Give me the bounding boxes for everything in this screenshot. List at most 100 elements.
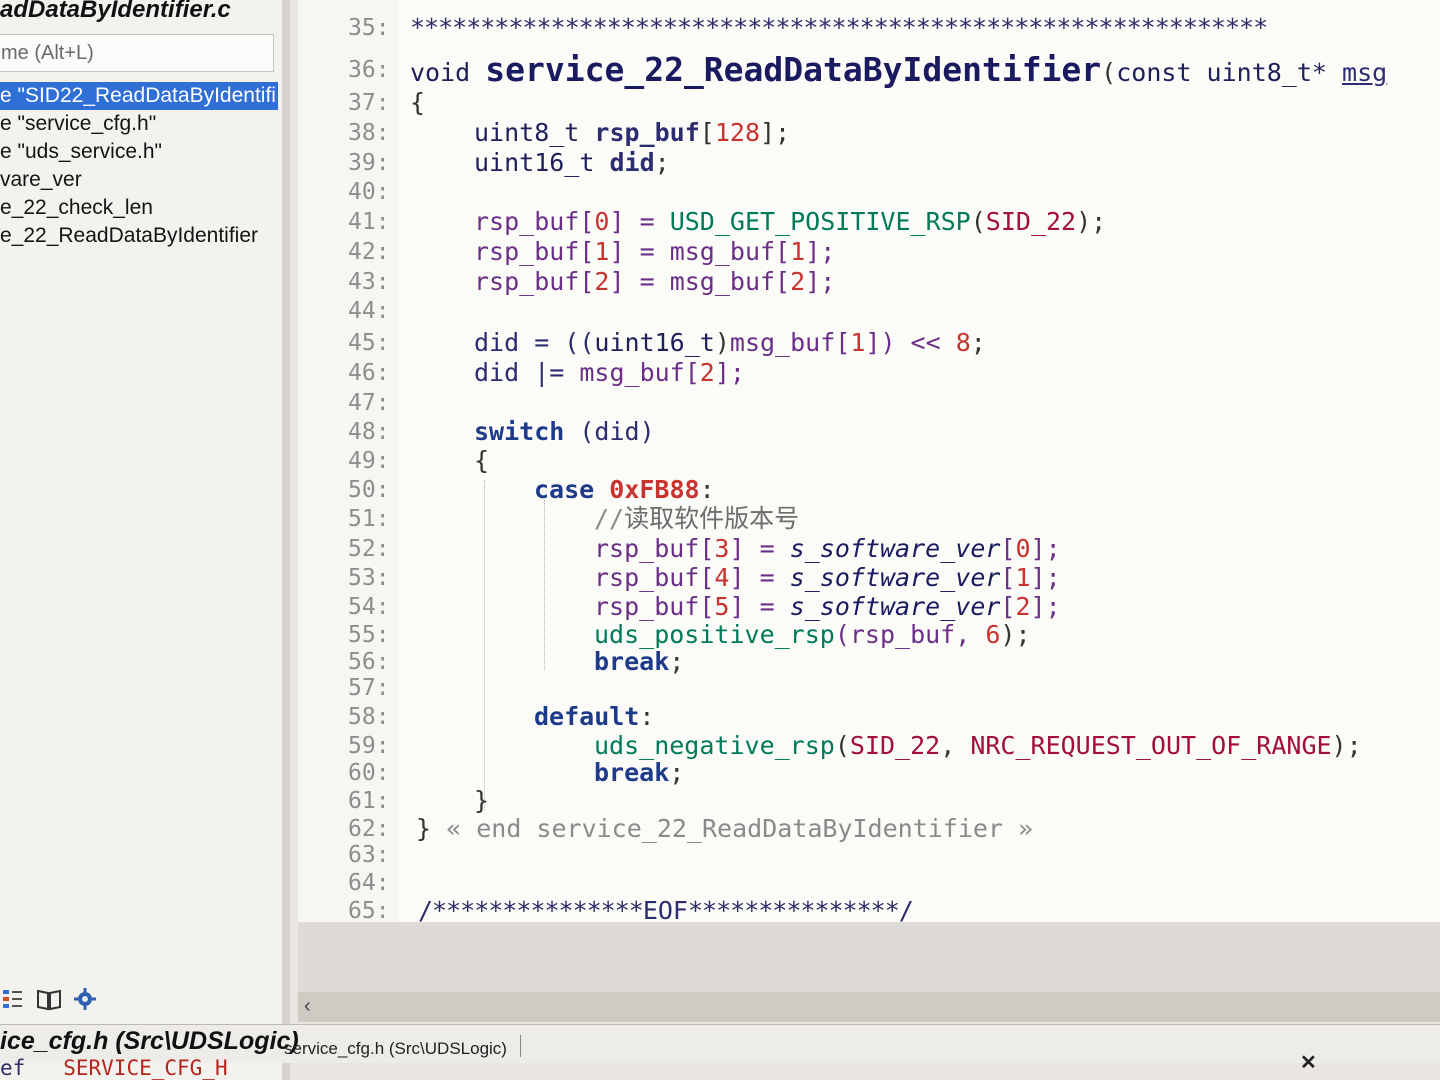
code-token: default bbox=[534, 702, 640, 731]
code-token: (rsp_buf, bbox=[834, 620, 986, 649]
list-icon[interactable] bbox=[0, 986, 26, 1012]
code-token: rsp_buf[ bbox=[474, 267, 595, 296]
symbol-item[interactable]: e "uds_service.h" bbox=[0, 138, 278, 166]
line-number: 65: bbox=[348, 898, 390, 922]
line-number: 48: bbox=[348, 419, 390, 445]
symbol-search-input[interactable] bbox=[0, 35, 273, 71]
code-token: SID_22 bbox=[849, 731, 941, 760]
code-token: ] = bbox=[729, 592, 790, 621]
book-icon[interactable] bbox=[36, 986, 62, 1012]
symbol-item[interactable]: e "SID22_ReadDataByIdentifi bbox=[0, 82, 278, 110]
code-token: 6 bbox=[985, 620, 1001, 649]
line-number: 47: bbox=[348, 390, 390, 416]
code-token: 2 bbox=[699, 358, 715, 387]
code-token: ] = bbox=[609, 237, 670, 266]
line-number: 55: bbox=[348, 622, 390, 648]
code-token: : bbox=[639, 702, 655, 731]
code-token: SID_22 bbox=[985, 207, 1077, 236]
code-token: ]; bbox=[1030, 534, 1061, 563]
line-number: 44: bbox=[348, 298, 390, 324]
code-token: : bbox=[699, 475, 715, 504]
code-token: uint8_t* bbox=[1206, 58, 1343, 87]
code-token: 2 bbox=[594, 267, 610, 296]
code-token: ]; bbox=[760, 118, 791, 147]
code-token: 2 bbox=[790, 267, 806, 296]
code-token: msg_buf[ bbox=[669, 237, 791, 266]
chevron-left-icon[interactable]: ‹ bbox=[304, 995, 311, 1018]
code-token: ); bbox=[1331, 731, 1362, 760]
line-number: 63: bbox=[348, 842, 390, 868]
code-token: ); bbox=[1000, 620, 1031, 649]
code-token: 4 bbox=[714, 563, 730, 592]
line-number: 38: bbox=[348, 120, 390, 146]
code-token: ; bbox=[669, 647, 685, 676]
code-token: 5 bbox=[714, 592, 730, 621]
code-token: s_software_ver bbox=[789, 534, 1001, 563]
code-token: [ bbox=[1000, 563, 1016, 592]
comment-token: // bbox=[594, 504, 625, 533]
code-token: ***************/ bbox=[687, 896, 914, 922]
code-text: ****************************************… bbox=[410, 13, 1268, 42]
code-token: 1 bbox=[790, 237, 806, 266]
code-token: NRC_REQUEST_OUT_OF_RANGE bbox=[970, 731, 1332, 760]
code-token: ; bbox=[970, 328, 986, 357]
code-token: uint16_t bbox=[474, 148, 610, 177]
code-token: break bbox=[594, 758, 670, 787]
comment-token: 读取软件版本号 bbox=[624, 504, 800, 533]
code-token: ); bbox=[1076, 207, 1107, 236]
line-number: 57: bbox=[348, 675, 390, 701]
symbol-item[interactable]: e_22_check_len bbox=[0, 194, 278, 222]
code-text: { bbox=[410, 88, 426, 117]
code-token: 1 bbox=[594, 237, 610, 266]
code-token: rsp_buf[ bbox=[474, 237, 595, 266]
symbol-item[interactable]: vare_ver bbox=[0, 166, 278, 194]
code-token: 8 bbox=[955, 328, 971, 357]
symbol-item[interactable]: e_22_ReadDataByIdentifier bbox=[0, 222, 278, 250]
symbol-item[interactable]: e "service_cfg.h" bbox=[0, 110, 278, 138]
code-token: ]; bbox=[1030, 563, 1061, 592]
code-token: ; bbox=[654, 148, 670, 177]
symbol-toolbar bbox=[0, 982, 98, 1016]
function-name: service_22_ReadDataByIdentifier bbox=[485, 50, 1102, 89]
code-token: /*************** bbox=[418, 896, 644, 922]
line-number: 36: bbox=[348, 57, 390, 83]
code-token: , bbox=[940, 731, 971, 760]
code-token: 0 bbox=[594, 207, 610, 236]
line-number: 60: bbox=[348, 760, 390, 786]
code-token: [ bbox=[699, 118, 715, 147]
code-token: 0 bbox=[1015, 534, 1031, 563]
code-token: msg_buf[ bbox=[669, 267, 791, 296]
code-token: 1 bbox=[1015, 563, 1031, 592]
code-token: void bbox=[410, 58, 486, 87]
code-token: rsp_buf[ bbox=[594, 592, 715, 621]
indent-guide bbox=[544, 500, 545, 670]
code-token: uds_negative_rsp bbox=[594, 731, 835, 760]
code-editor[interactable]: 35: *************************************… bbox=[298, 0, 1440, 922]
code-token: did bbox=[609, 148, 655, 177]
symbol-search-box[interactable] bbox=[0, 34, 274, 72]
code-token: uds_positive_rsp bbox=[594, 620, 835, 649]
line-number: 39: bbox=[348, 150, 390, 176]
code-token: ]) << bbox=[865, 328, 956, 357]
gear-icon[interactable] bbox=[72, 986, 98, 1012]
code-token: ] = bbox=[609, 207, 670, 236]
current-file-label: ice_cfg.h (Src\UDSLogic) bbox=[0, 1027, 299, 1055]
code-token: msg bbox=[1342, 58, 1388, 87]
code-token: uint8_t bbox=[474, 118, 595, 147]
code-token: ]; bbox=[1030, 592, 1061, 621]
symbol-list: e "SID22_ReadDataByIdentifi e "service_c… bbox=[0, 82, 278, 250]
code-token: const bbox=[1116, 58, 1207, 87]
code-token: } bbox=[416, 814, 432, 843]
line-number: 54: bbox=[348, 594, 390, 620]
code-token: did = (( bbox=[474, 328, 595, 357]
code-token: ] = bbox=[729, 563, 790, 592]
panel-divider[interactable] bbox=[282, 0, 290, 1080]
line-number: 52: bbox=[348, 536, 390, 562]
line-number: 58: bbox=[348, 704, 390, 730]
comment-token: « end service_22_ReadDataByIdentifier » bbox=[431, 814, 1034, 843]
code-token: 2 bbox=[1015, 592, 1031, 621]
code-token: rsp_buf[ bbox=[474, 207, 595, 236]
horizontal-scrollbar[interactable]: ‹ bbox=[298, 992, 1440, 1022]
code-token: ]; bbox=[805, 267, 836, 296]
editor-empty-area bbox=[298, 922, 1440, 992]
